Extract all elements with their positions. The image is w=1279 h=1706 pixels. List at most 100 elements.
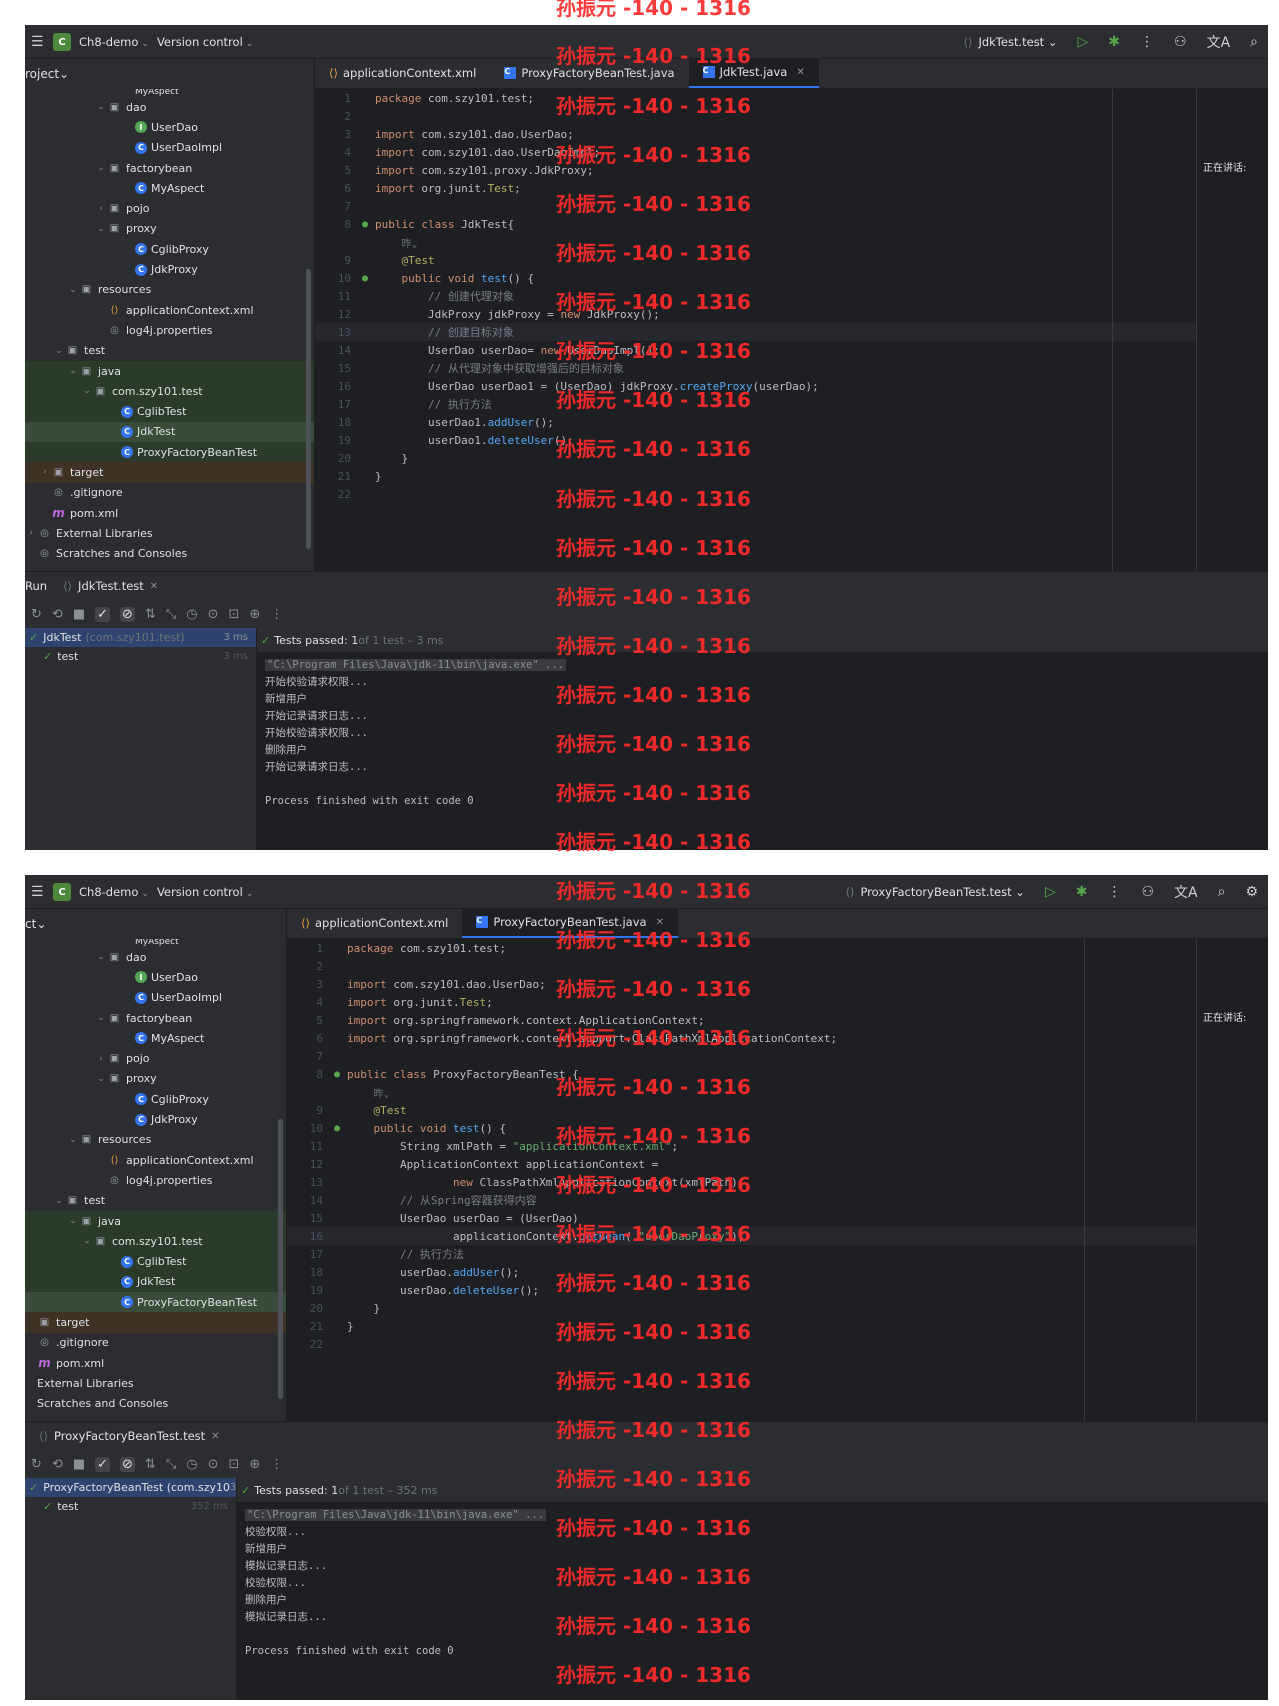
tree-expand-icon[interactable]: ⌄ xyxy=(67,366,79,376)
stop-icon[interactable]: ■ xyxy=(73,1457,85,1472)
project-switcher[interactable]: Ch8-demo ⌄ xyxy=(79,885,149,899)
tree-expand-icon[interactable]: ⌄ xyxy=(53,1196,65,1206)
tree-expand-icon[interactable]: ⌄ xyxy=(95,224,107,234)
tree-item[interactable]: ◎ .gitignore xyxy=(25,483,314,503)
tree-item[interactable]: External Libraries xyxy=(25,1373,286,1393)
history-icon[interactable]: ◷ xyxy=(186,1457,197,1472)
tree-item[interactable]: C CglibProxy xyxy=(25,1089,286,1109)
editor-tab[interactable]: C JdkTest.java ✕ xyxy=(688,58,819,88)
screenshot-icon[interactable]: ⊙ xyxy=(208,607,219,622)
menu-icon[interactable]: ☰ xyxy=(31,34,45,50)
show-passed-icon[interactable]: ✓ xyxy=(95,1456,111,1472)
tree-item[interactable]: ⌄ ▣ dao xyxy=(25,947,286,967)
zoom-icon[interactable]: ⊕ xyxy=(249,1457,260,1472)
menu-icon[interactable]: ☰ xyxy=(31,884,45,900)
test-result-row[interactable]: ✓ JdkTest (com.szy101.test) 3 ms xyxy=(25,628,256,647)
tree-item[interactable]: C JdkTest xyxy=(25,1271,286,1293)
tree-expand-icon[interactable]: ⌄ xyxy=(67,1216,79,1226)
tree-item[interactable]: C CglibTest xyxy=(25,1251,286,1272)
tree-item[interactable]: ⌄ ▣ com.szy101.test xyxy=(25,381,314,402)
tree-item[interactable]: C MyAspect xyxy=(25,1028,286,1048)
test-result-row[interactable]: ✓ProxyFactoryBeanTest (com.szy10352 ms xyxy=(25,1478,267,1497)
tree-item[interactable]: MyAspect xyxy=(25,939,286,947)
tree-item[interactable]: › ▣ pojo xyxy=(25,198,314,218)
close-icon[interactable]: ✕ xyxy=(211,1431,219,1442)
tree-item[interactable]: ▣ target xyxy=(25,1312,286,1333)
run-gutter-icon[interactable]: ● xyxy=(327,1123,347,1134)
tree-item[interactable]: MyAspect xyxy=(25,89,314,97)
more-vertical-icon[interactable]: ⋮ xyxy=(270,607,283,622)
tree-item[interactable]: C ProxyFactoryBeanTest xyxy=(25,442,314,463)
zoom-icon[interactable]: ⊕ xyxy=(249,607,260,622)
tree-expand-icon[interactable]: ⌄ xyxy=(95,102,107,112)
tree-item[interactable]: › ◎ External Libraries xyxy=(25,523,314,543)
project-view-header[interactable]: roject ⌄ xyxy=(25,59,314,89)
editor-tab[interactable]: C ProxyFactoryBeanTest.java ✕ xyxy=(462,908,678,938)
tree-expand-icon[interactable]: ⌄ xyxy=(67,1135,79,1145)
debug-icon[interactable]: ✱ xyxy=(1108,34,1120,50)
rerun-icon[interactable]: ↻ xyxy=(31,607,42,622)
tree-expand-icon[interactable]: › xyxy=(25,528,37,538)
tree-item[interactable]: ⌄ ▣ test xyxy=(25,1191,286,1211)
tree-item[interactable]: I UserDao xyxy=(25,967,286,987)
show-ignored-icon[interactable]: ⊘ xyxy=(120,606,135,622)
rerun-failed-icon[interactable]: ⟲ xyxy=(52,1457,63,1472)
tree-item[interactable]: I UserDao xyxy=(25,117,314,137)
tree-expand-icon[interactable]: ⌄ xyxy=(95,163,107,173)
tree-item[interactable]: ◎ .gitignore xyxy=(25,1333,286,1353)
tree-item[interactable]: C MyAspect xyxy=(25,178,314,198)
export-icon[interactable]: ⊡ xyxy=(228,607,239,622)
editor-tab[interactable]: C ProxyFactoryBeanTest.java xyxy=(490,58,688,88)
tree-item[interactable]: C JdkTest xyxy=(25,421,314,443)
run-gutter-icon[interactable]: ● xyxy=(355,273,375,284)
tree-item[interactable]: ⌄ ▣ com.szy101.test xyxy=(25,1231,286,1252)
tree-item[interactable]: C UserDaoImpl xyxy=(25,988,286,1008)
version-control-menu[interactable]: Version control ⌄ xyxy=(157,35,253,49)
tree-item[interactable]: ⌄ ▣ test xyxy=(25,341,314,361)
search-icon[interactable]: ⌕ xyxy=(1250,34,1258,50)
editor-tab[interactable]: ⟨⟩ applicationContext.xml xyxy=(315,58,490,88)
tree-item[interactable]: ⌄ ▣ resources xyxy=(25,1130,286,1150)
tree-item[interactable]: ⌄ ▣ proxy xyxy=(25,1069,286,1089)
screenshot-icon[interactable]: ⊙ xyxy=(208,1457,219,1472)
tree-item[interactable]: › ▣ target xyxy=(25,462,314,483)
more-vertical-icon[interactable]: ⋮ xyxy=(270,1457,283,1472)
close-icon[interactable]: ✕ xyxy=(656,917,664,928)
tree-item[interactable]: ⌄ ▣ dao xyxy=(25,97,314,117)
search-icon[interactable]: ⌕ xyxy=(1218,884,1226,900)
editor-tab[interactable]: ⟨⟩ applicationContext.xml xyxy=(287,908,462,938)
tree-item[interactable]: › ▣ pojo xyxy=(25,1048,286,1068)
run-config-selector[interactable]: ⟨⟩ JdkTest.test ⌄ xyxy=(963,35,1057,49)
tree-item[interactable]: C JdkProxy xyxy=(25,259,314,279)
export-icon[interactable]: ⊡ xyxy=(228,1457,239,1472)
tree-expand-icon[interactable]: ⌄ xyxy=(81,386,93,396)
version-control-menu[interactable]: Version control ⌄ xyxy=(157,885,253,899)
tree-item[interactable]: ◎ Scratches and Consoles xyxy=(25,544,314,564)
sort-icon[interactable]: ⇅ xyxy=(145,607,156,622)
tree-expand-icon[interactable]: ⌄ xyxy=(81,1236,93,1246)
tree-item[interactable]: ⌄ ▣ java xyxy=(25,360,314,382)
code-editor[interactable]: 1 package com.szy101.test; 2 3 import com.sz… xyxy=(287,939,1268,1421)
tree-item[interactable]: C UserDaoImpl xyxy=(25,138,314,158)
tree-item[interactable]: C CglibProxy xyxy=(25,239,314,259)
tree-item[interactable]: C JdkProxy xyxy=(25,1109,286,1129)
add-user-icon[interactable]: ⚇ xyxy=(1141,884,1154,900)
run-tab[interactable]: ⟨⟩ JdkTest.test ✕ xyxy=(63,579,158,593)
tree-item[interactable]: ⟨⟩ applicationContext.xml xyxy=(25,1150,286,1170)
more-vertical-icon[interactable]: ⋮ xyxy=(1140,34,1154,50)
project-view-header[interactable]: ct ⌄ xyxy=(25,909,286,939)
rerun-failed-icon[interactable]: ⟲ xyxy=(52,607,63,622)
tree-item[interactable]: C ProxyFactoryBeanTest xyxy=(25,1292,286,1313)
run-config-selector[interactable]: ⟨⟩ ProxyFactoryBeanTest.test ⌄ xyxy=(845,885,1024,899)
tree-expand-icon[interactable]: ⌄ xyxy=(95,952,107,962)
console-text[interactable]: "C:\Program Files\Java\jdk-11\bin\java.e… xyxy=(257,652,1268,809)
run-tab[interactable]: ⟨⟩ ProxyFactoryBeanTest.test ✕ xyxy=(39,1429,220,1443)
collapse-icon[interactable]: ⤡ xyxy=(166,607,176,622)
close-icon[interactable]: ✕ xyxy=(796,67,804,78)
translate-icon[interactable]: 文A xyxy=(1174,882,1198,902)
tree-item[interactable]: ◎ log4j.properties xyxy=(25,320,314,340)
sidebar-scrollbar[interactable] xyxy=(278,1119,283,1399)
tree-item[interactable]: ⌄ ▣ resources xyxy=(25,280,314,300)
tree-expand-icon[interactable]: ⌄ xyxy=(67,285,79,295)
sort-icon[interactable]: ⇅ xyxy=(145,1457,156,1472)
